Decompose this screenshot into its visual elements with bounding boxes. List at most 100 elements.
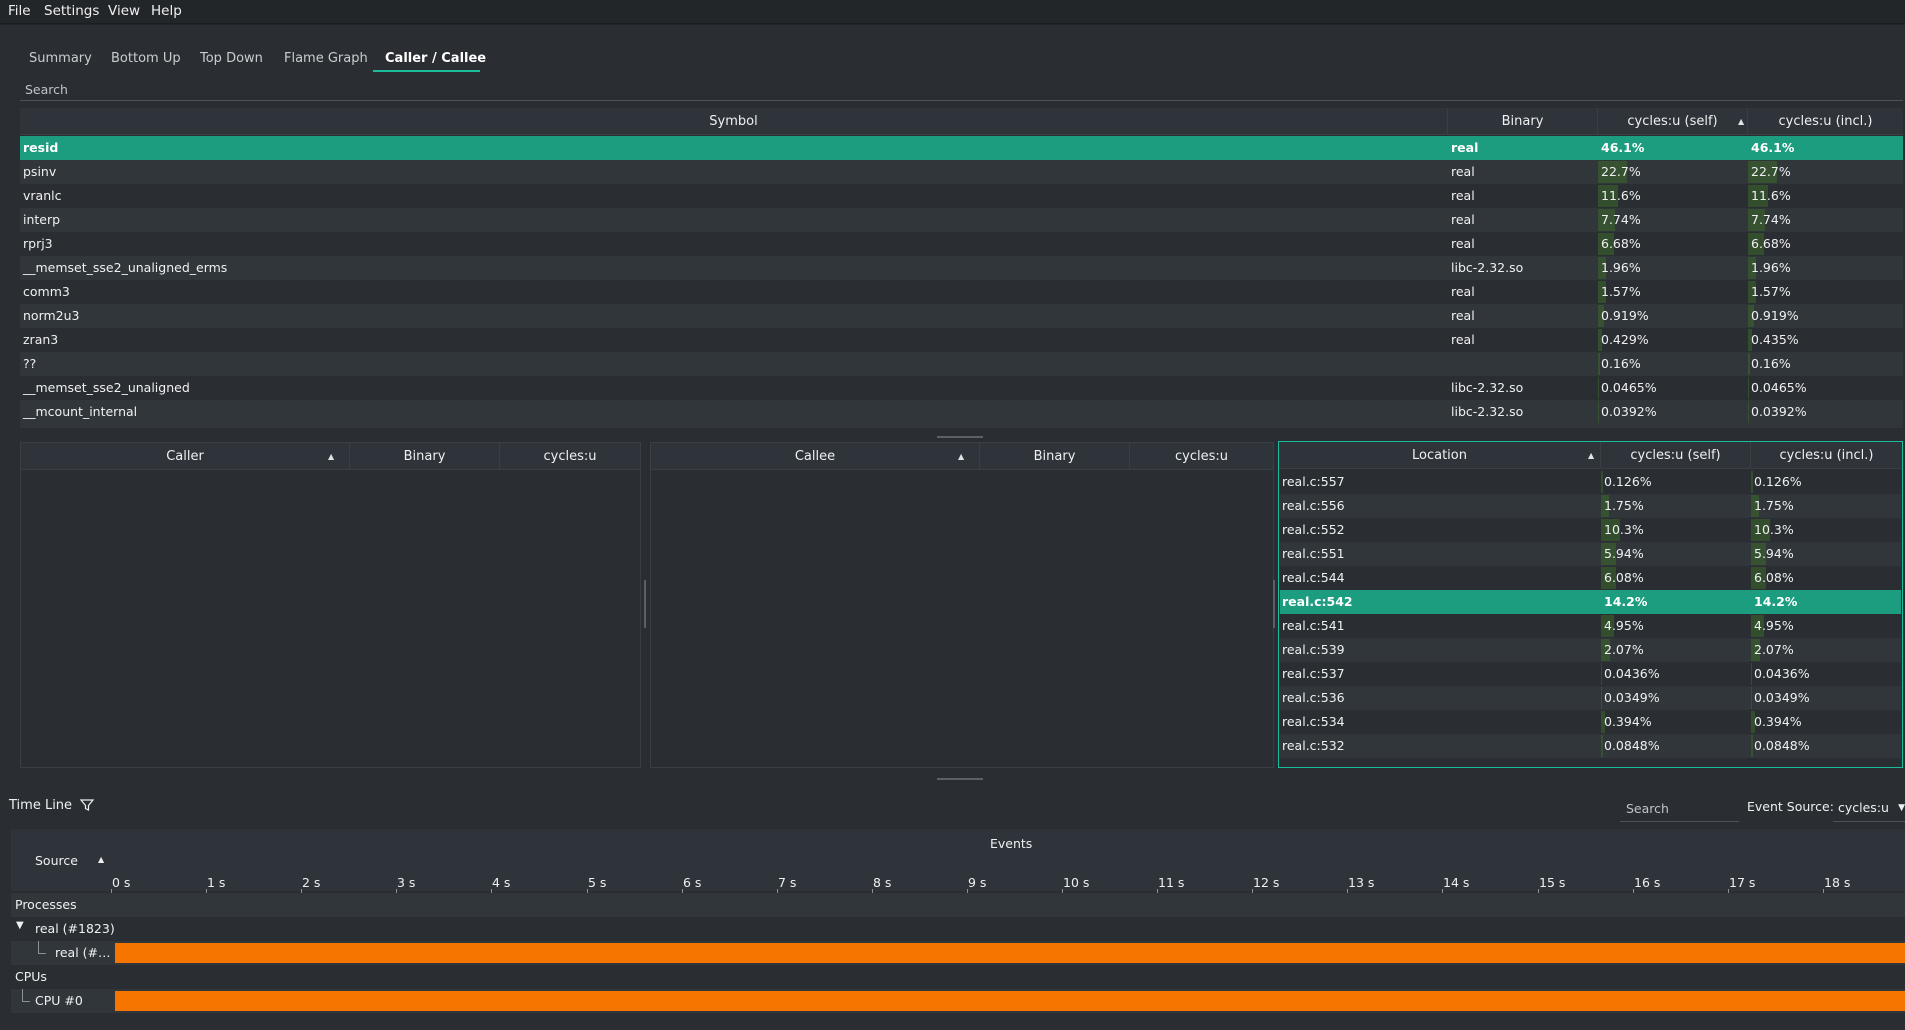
cost-bar bbox=[1751, 471, 1753, 493]
process-row[interactable]: ▼ real (#1823) bbox=[11, 917, 1905, 941]
splitter-handle-right[interactable] bbox=[1273, 580, 1275, 628]
table-row[interactable]: real.c:534 0.394% 0.394% bbox=[1280, 710, 1901, 734]
header-caller-binary[interactable]: Binary bbox=[350, 443, 500, 470]
symbol-binary: libc-2.32.so bbox=[1451, 260, 1524, 275]
table-row[interactable]: real.c:541 4.95% 4.95% bbox=[1280, 614, 1901, 638]
symbol-table-header: Symbol Binary cycles:u (self) ▲ cycles:u… bbox=[20, 108, 1903, 135]
cost-bar bbox=[1751, 663, 1752, 685]
timeline-title: Time Line bbox=[9, 798, 73, 813]
menu-help[interactable]: Help bbox=[151, 3, 182, 19]
header-self-cost[interactable]: cycles:u (self) bbox=[1598, 108, 1748, 135]
table-row[interactable]: __memset_sse2_unaligned_erms libc-2.32.so… bbox=[20, 256, 1903, 280]
timeline-search[interactable] bbox=[1620, 796, 1739, 822]
thread-label: real (#… bbox=[55, 945, 111, 960]
table-row[interactable]: ?? 0.16% 0.16% bbox=[20, 352, 1903, 376]
header-location-self[interactable]: cycles:u (self) bbox=[1601, 442, 1751, 469]
header-incl-cost[interactable]: cycles:u (incl.) bbox=[1748, 108, 1903, 135]
incl-cost: 0.0392% bbox=[1751, 404, 1807, 419]
header-callee-binary[interactable]: Binary bbox=[980, 443, 1130, 470]
self-cost: 0.16% bbox=[1601, 356, 1641, 371]
symbol-name: norm2u3 bbox=[23, 308, 80, 323]
tab-flame-graph[interactable]: Flame Graph bbox=[284, 51, 368, 66]
location-name: real.c:544 bbox=[1282, 570, 1345, 585]
table-filler bbox=[20, 424, 1903, 428]
cpu-label: CPU #0 bbox=[35, 993, 83, 1008]
incl-cost: 22.7% bbox=[1751, 164, 1791, 179]
symbol-binary: real bbox=[1451, 284, 1475, 299]
header-binary[interactable]: Binary bbox=[1448, 108, 1598, 135]
header-callee-cost[interactable]: cycles:u bbox=[1130, 443, 1273, 470]
header-location-incl[interactable]: cycles:u (incl.) bbox=[1751, 442, 1902, 469]
menu-settings[interactable]: Settings bbox=[44, 3, 99, 19]
location-name: real.c:556 bbox=[1282, 498, 1345, 513]
cost-bar bbox=[1598, 401, 1599, 423]
self-cost: 0.0436% bbox=[1604, 666, 1660, 681]
search-input[interactable] bbox=[20, 79, 1903, 100]
sort-ascending-icon: ▲ bbox=[98, 855, 105, 864]
header-location[interactable]: Location bbox=[1279, 442, 1601, 469]
table-row[interactable]: real.c:557 0.126% 0.126% bbox=[1280, 470, 1901, 494]
location-name: real.c:534 bbox=[1282, 714, 1345, 729]
cpus-row: CPUs bbox=[11, 965, 1905, 989]
self-cost: 7.74% bbox=[1601, 212, 1641, 227]
table-row[interactable]: real.c:539 2.07% 2.07% bbox=[1280, 638, 1901, 662]
location-table-header: Location ▲ cycles:u (self) cycles:u (inc… bbox=[1279, 442, 1902, 469]
location-name: real.c:551 bbox=[1282, 546, 1345, 561]
table-row[interactable]: real.c:556 1.75% 1.75% bbox=[1280, 494, 1901, 518]
table-row[interactable]: real.c:532 0.0848% 0.0848% bbox=[1280, 734, 1901, 758]
cost-bar bbox=[1598, 377, 1599, 399]
splitter-handle-bottom[interactable] bbox=[937, 778, 983, 780]
incl-cost: 1.96% bbox=[1751, 260, 1791, 275]
table-row[interactable]: interp real 7.74% 7.74% bbox=[20, 208, 1903, 232]
expand-arrow-icon[interactable]: ▼ bbox=[16, 920, 24, 931]
splitter-handle-top[interactable] bbox=[937, 436, 983, 438]
tab-bottom-up[interactable]: Bottom Up bbox=[111, 51, 181, 66]
menu-file[interactable]: File bbox=[8, 3, 31, 19]
table-row[interactable]: rprj3 real 6.68% 6.68% bbox=[20, 232, 1903, 256]
incl-cost: 0.394% bbox=[1754, 714, 1802, 729]
table-row[interactable]: real.c:551 5.94% 5.94% bbox=[1280, 542, 1901, 566]
table-row[interactable]: norm2u3 real 0.919% 0.919% bbox=[20, 304, 1903, 328]
filter-icon[interactable] bbox=[79, 797, 95, 813]
event-source-dropdown[interactable]: cycles:u ▼ bbox=[1833, 796, 1905, 822]
source-header[interactable]: Source ▲ bbox=[11, 829, 115, 891]
table-row[interactable]: real.c:542 14.2% 14.2% bbox=[1280, 590, 1901, 614]
location-name: real.c:537 bbox=[1282, 666, 1345, 681]
sort-ascending-icon: ▲ bbox=[1588, 451, 1595, 460]
incl-cost: 0.0436% bbox=[1754, 666, 1810, 681]
table-row[interactable]: real.c:537 0.0436% 0.0436% bbox=[1280, 662, 1901, 686]
process-label: real (#1823) bbox=[35, 921, 115, 936]
active-tab-indicator bbox=[373, 70, 480, 72]
cost-bar bbox=[1601, 687, 1602, 709]
thread-activity-bar[interactable] bbox=[115, 943, 1905, 963]
table-row[interactable]: real.c:544 6.08% 6.08% bbox=[1280, 566, 1901, 590]
search-field[interactable] bbox=[20, 79, 1903, 101]
tab-top-down[interactable]: Top Down bbox=[200, 51, 263, 66]
time-tick-label: 12 s bbox=[1253, 875, 1280, 890]
tab-summary[interactable]: Summary bbox=[29, 51, 92, 66]
splitter-handle-left[interactable] bbox=[644, 580, 646, 628]
table-row[interactable]: real.c:536 0.0349% 0.0349% bbox=[1280, 686, 1901, 710]
table-row[interactable]: resid real 46.1% 46.1% bbox=[20, 136, 1903, 160]
self-cost: 4.95% bbox=[1604, 618, 1644, 633]
table-row[interactable]: zran3 real 0.429% 0.435% bbox=[20, 328, 1903, 352]
timeline-search-input[interactable] bbox=[1620, 796, 1739, 820]
table-row[interactable]: vranlc real 11.6% 11.6% bbox=[20, 184, 1903, 208]
header-caller[interactable]: Caller bbox=[21, 443, 350, 470]
table-row[interactable]: __memset_sse2_unaligned libc-2.32.so 0.046… bbox=[20, 376, 1903, 400]
table-row[interactable]: comm3 real 1.57% 1.57% bbox=[20, 280, 1903, 304]
symbol-name: ?? bbox=[23, 356, 37, 371]
table-row[interactable]: real.c:552 10.3% 10.3% bbox=[1280, 518, 1901, 542]
tab-caller-callee[interactable]: Caller / Callee bbox=[385, 51, 486, 66]
events-header-label: Events bbox=[990, 836, 1033, 851]
menu-view[interactable]: View bbox=[108, 3, 140, 19]
table-row[interactable]: psinv real 22.7% 22.7% bbox=[20, 160, 1903, 184]
cost-bar bbox=[1598, 353, 1600, 375]
header-symbol[interactable]: Symbol bbox=[20, 108, 1448, 135]
cpu-activity-bar[interactable] bbox=[115, 991, 1905, 1011]
header-caller-cost[interactable]: cycles:u bbox=[500, 443, 640, 470]
header-callee[interactable]: Callee bbox=[651, 443, 980, 470]
symbol-name: vranlc bbox=[23, 188, 62, 203]
time-tick-label: 1 s bbox=[207, 875, 226, 890]
table-row[interactable]: __mcount_internal libc-2.32.so 0.0392% 0.03… bbox=[20, 400, 1903, 424]
